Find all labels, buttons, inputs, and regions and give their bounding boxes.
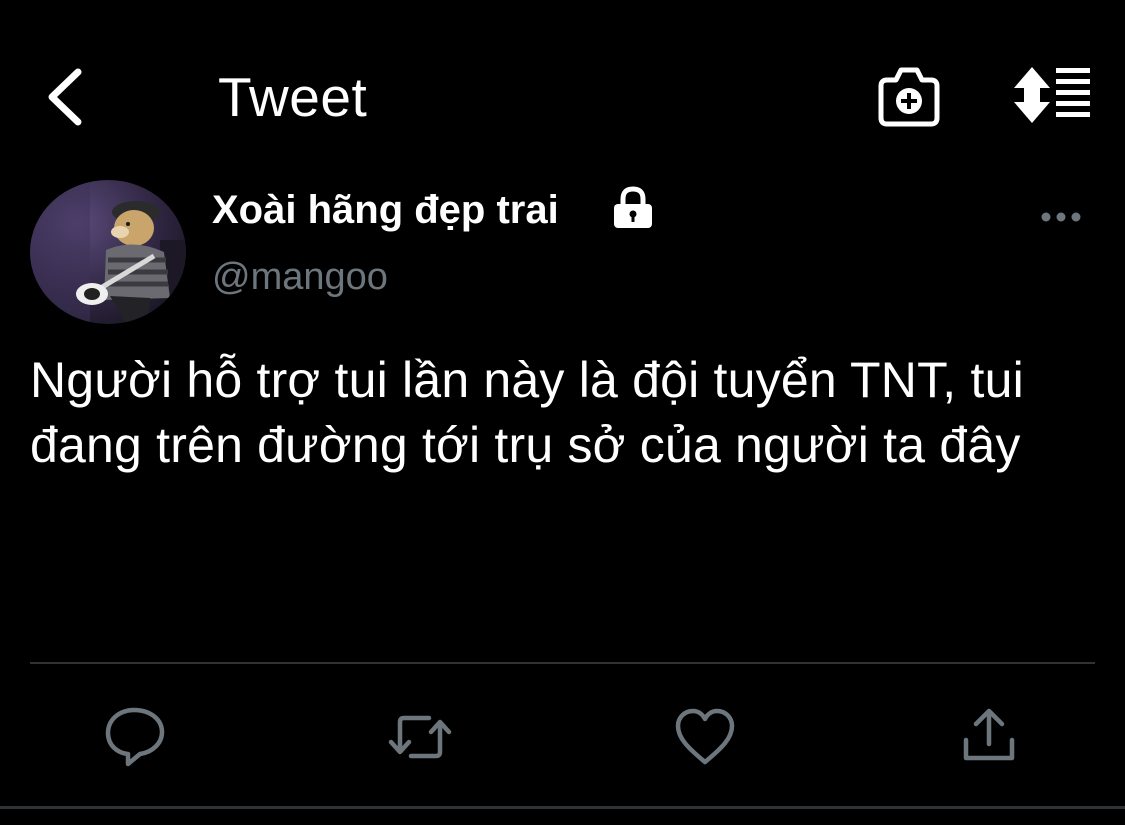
share-button[interactable] [954, 702, 1024, 772]
sort-list-icon [1014, 67, 1090, 123]
retweet-button[interactable] [385, 702, 455, 772]
avatar[interactable] [30, 180, 186, 324]
reply-icon [105, 707, 165, 767]
divider [30, 662, 1095, 664]
add-photo-button[interactable] [874, 64, 944, 130]
tweet-body-text: Người hỗ trợ tui lần này là đội tuyển TN… [30, 352, 1024, 473]
avatar-image [30, 180, 186, 324]
page-title: Tweet [218, 66, 368, 128]
back-button[interactable] [40, 62, 96, 132]
top-navigation-bar: Tweet [0, 0, 1125, 170]
bottom-divider [0, 806, 1125, 809]
camera-add-icon [878, 67, 940, 127]
share-icon [963, 708, 1015, 761]
chevron-left-icon [48, 68, 82, 126]
retweet-icon [388, 715, 452, 759]
lock-icon [610, 186, 656, 230]
author-display-name[interactable]: Xoài hãng đẹp trai [212, 186, 559, 234]
more-options-button[interactable] [1036, 200, 1086, 234]
heart-icon [675, 708, 735, 765]
sort-replies-button[interactable] [1010, 64, 1094, 126]
like-button[interactable] [670, 702, 740, 772]
ellipsis-icon [1041, 212, 1081, 222]
reply-button[interactable] [100, 702, 170, 772]
author-handle[interactable]: @mangoo [212, 254, 388, 300]
